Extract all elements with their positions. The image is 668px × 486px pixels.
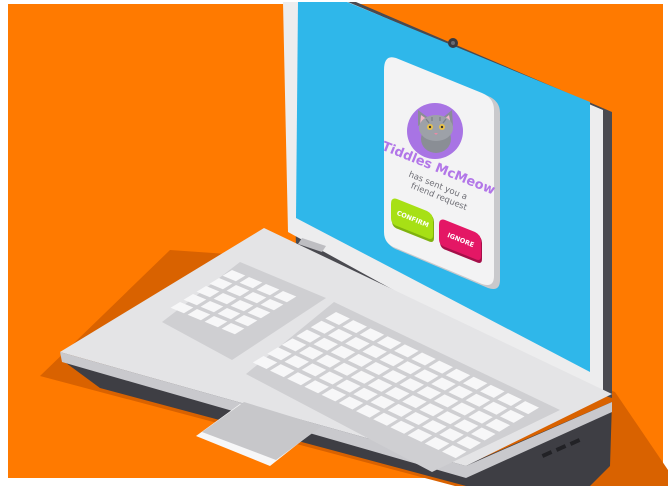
laptop-scene: Tiddles McMeow has sent you a friend req… xyxy=(0,0,668,486)
laptop-illustration: Tiddles McMeow has sent you a friend req… xyxy=(0,0,668,486)
